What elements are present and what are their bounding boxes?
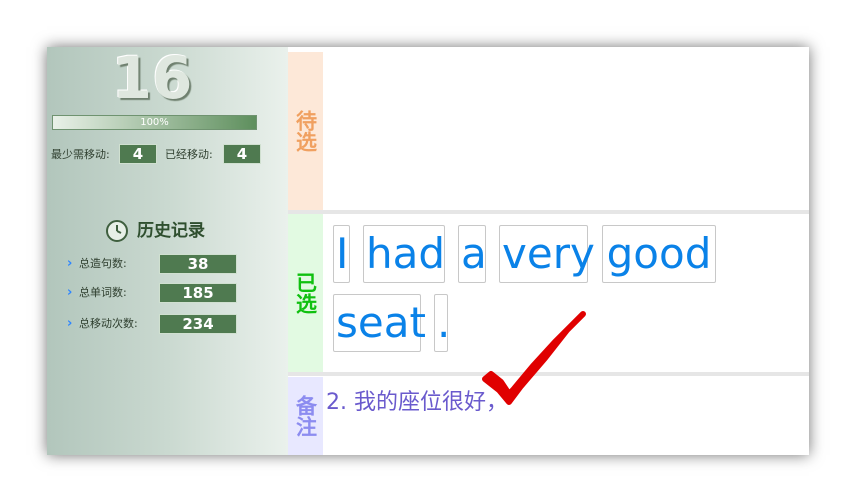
- chevron-right-icon: ›: [67, 256, 73, 271]
- pending-section: 待选: [288, 52, 809, 210]
- chevron-right-icon: ›: [67, 285, 73, 300]
- history-item-value: 234: [159, 314, 237, 334]
- word-token[interactable]: very: [499, 225, 595, 283]
- selected-tag-text: 已选: [293, 272, 318, 314]
- history-item-value: 185: [159, 283, 237, 303]
- word-token[interactable]: good: [602, 225, 716, 283]
- stats-panel: 16 100% 最少需移动: 4 已经移动: 4 历史记录 › 总造句数: 38…: [47, 47, 288, 455]
- moved-label: 已经移动:: [165, 148, 213, 161]
- word-token[interactable]: .: [434, 294, 450, 352]
- history-item-label: 总造句数:: [79, 257, 127, 270]
- selected-tag: 已选: [288, 214, 323, 372]
- chevron-right-icon: ›: [67, 316, 73, 331]
- moved-value: 4: [223, 144, 261, 164]
- sentence-number: 16: [111, 44, 193, 112]
- history-item: › 总单词数: 185: [67, 283, 267, 305]
- app-window: 16 100% 最少需移动: 4 已经移动: 4 历史记录 › 总造句数: 38…: [47, 47, 809, 455]
- history-item-label: 总移动次数:: [79, 317, 138, 330]
- progress-label: 100%: [140, 117, 169, 128]
- min-moves-label: 最少需移动:: [51, 148, 110, 161]
- pending-words-area[interactable]: [323, 52, 809, 210]
- word-token[interactable]: a: [458, 225, 487, 283]
- word-token[interactable]: seat: [333, 294, 426, 352]
- note-tag-text: 备注: [293, 395, 318, 437]
- pending-tag-text: 待选: [293, 110, 318, 152]
- word-token[interactable]: I: [333, 225, 350, 283]
- history-item-value: 38: [159, 254, 237, 274]
- note-tag: 备注: [288, 377, 323, 455]
- word-token[interactable]: had: [363, 225, 445, 283]
- history-item-label: 总单词数:: [79, 286, 127, 299]
- progress-bar: 100%: [52, 115, 257, 130]
- history-item: › 总造句数: 38: [67, 254, 267, 276]
- history-item: › 总移动次数: 234: [67, 314, 267, 336]
- pending-tag: 待选: [288, 52, 323, 210]
- checkmark-icon: [482, 311, 586, 405]
- history-title: 历史记录: [105, 219, 205, 243]
- history-title-text: 历史记录: [137, 221, 205, 241]
- min-moves-value: 4: [119, 144, 157, 164]
